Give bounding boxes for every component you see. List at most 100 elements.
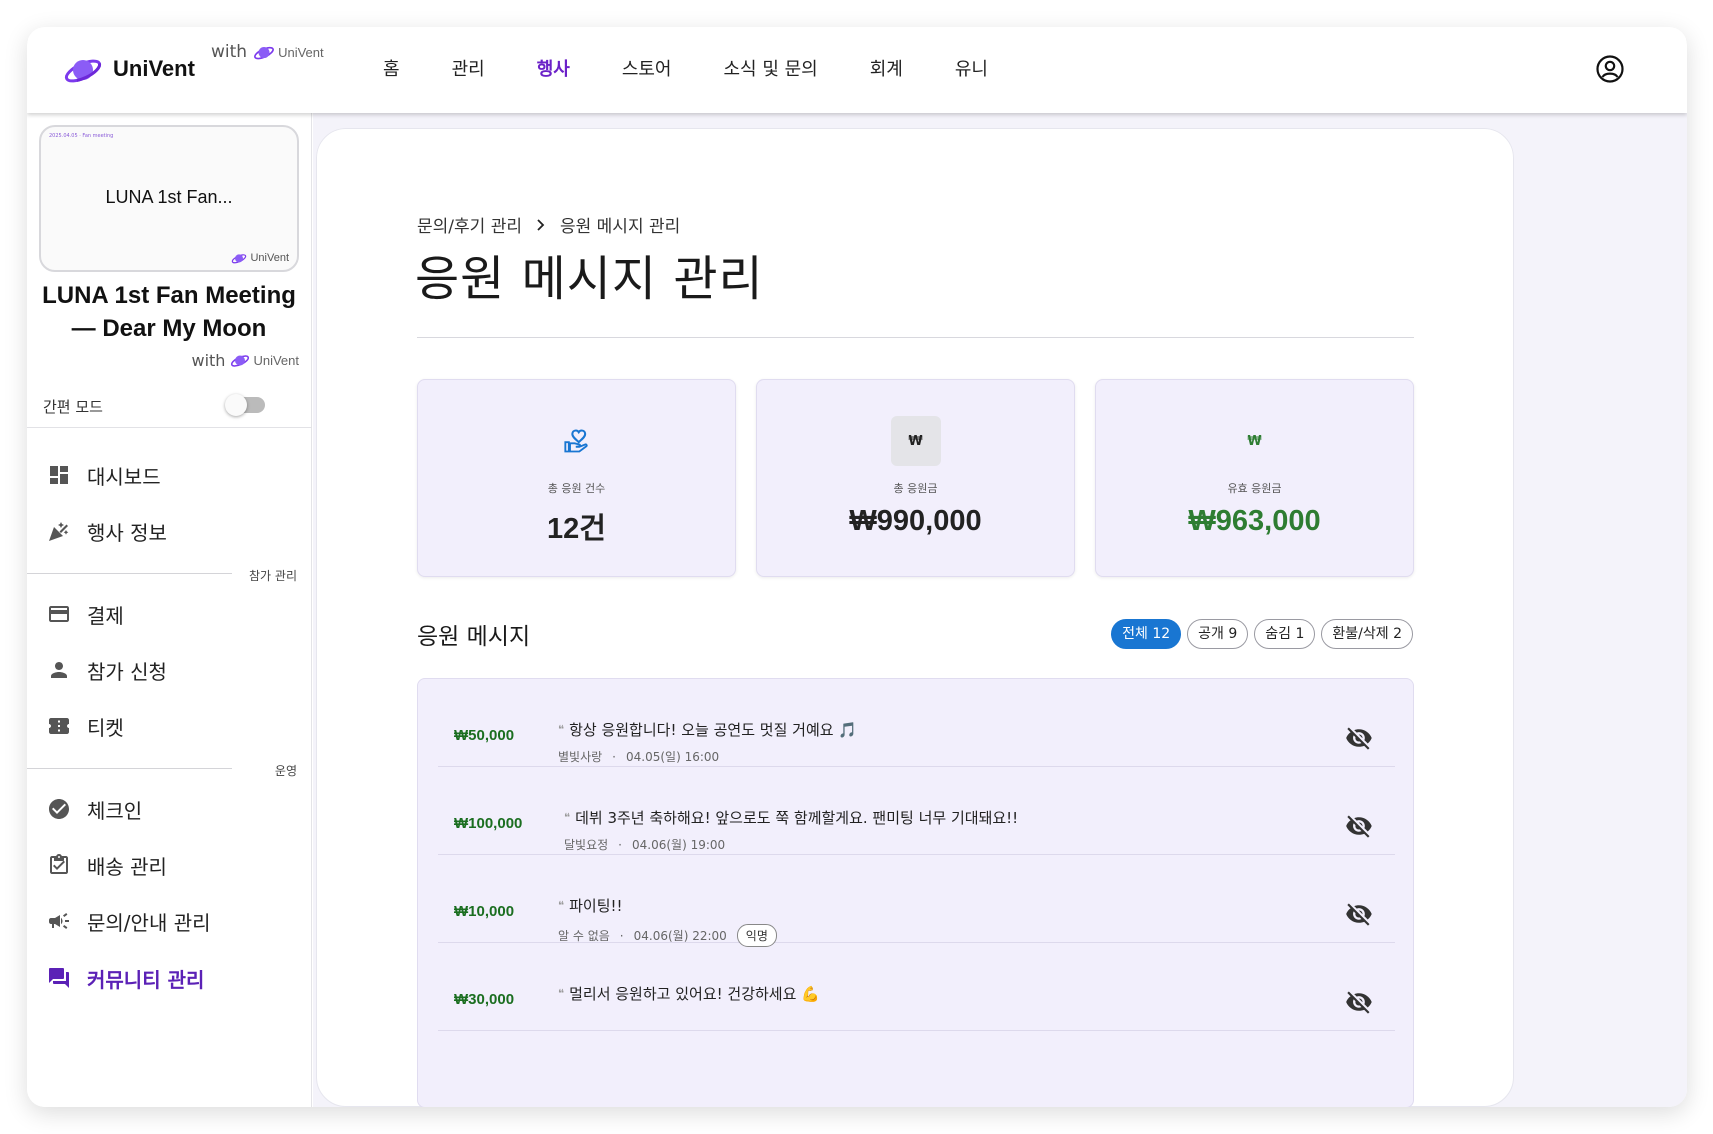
message-body: ❛❛ 파이팅!! 알 수 없음 · 04.06(월) 22:00 익명 [558, 895, 777, 947]
sidebar-item-label: 배송 관리 [87, 854, 167, 879]
message-text-line: ❛❛ 파이팅!! [558, 895, 777, 916]
sidebar-item-payment[interactable]: 결제 [47, 594, 124, 634]
message-text-line: ❛❛ 데뷔 3주년 축하해요! 앞으로도 쭉 함께할게요. 팬미팅 너무 기대돼… [564, 807, 1018, 828]
visibility-off-icon[interactable] [1345, 988, 1373, 1016]
celebration-icon [49, 522, 69, 541]
sidebar-item-label: 대시보드 [87, 464, 161, 489]
message-meta: 별빛사랑 · 04.05(일) 16:00 [558, 748, 857, 765]
stat-card-total-count: 총 응원 건수 12건 [417, 379, 736, 577]
filter-chip-all[interactable]: 전체 12 [1111, 619, 1182, 649]
stat-value: ₩963,000 [1188, 505, 1321, 537]
sidebar-item-label: 행사 정보 [87, 520, 167, 545]
sidebar-item-dashboard[interactable]: 대시보드 [47, 455, 161, 495]
easy-mode-label: 간편 모드 [43, 398, 103, 416]
ticket-icon [49, 718, 69, 734]
visibility-off-icon[interactable] [1345, 900, 1373, 928]
stat-icon-wrap: ₩ [890, 416, 941, 466]
message-author: 달빛요정 [564, 838, 609, 852]
message-amount: ₩10,000 [454, 903, 515, 920]
stat-card-valid-amount: ₩ 유효 응원금 ₩963,000 [1095, 379, 1414, 577]
breadcrumb: 문의/후기 관리 응원 메시지 관리 [417, 212, 680, 237]
planet-logo-icon [64, 59, 102, 83]
sidebar-item-event-info[interactable]: 행사 정보 [47, 511, 167, 551]
stat-icon-wrap: ₩ [1230, 416, 1280, 466]
main-nav: 홈 관리 행사 스토어 소식 및 문의 회계 유니 [383, 55, 1040, 81]
easy-mode-toggle[interactable] [225, 394, 265, 416]
nav-home[interactable]: 홈 [383, 55, 400, 81]
brand-logo[interactable]: UniVent [63, 49, 195, 89]
breadcrumb-parent[interactable]: 문의/후기 관리 [417, 212, 522, 237]
nav-event[interactable]: 행사 [537, 55, 570, 81]
nav-accounting[interactable]: 회계 [870, 55, 903, 81]
visibility-off-icon[interactable] [1345, 812, 1373, 840]
brand-with: with UniVent [211, 41, 324, 63]
sidebar-item-inquiry[interactable]: 문의/안내 관리 [47, 901, 211, 941]
event-thumbnail[interactable]: 2025.04.05 · Fan meeting LUNA 1st Fan...… [39, 125, 299, 272]
quote-icon: ❛❛ [558, 899, 564, 912]
thumbnail-brand-name: UniVent [250, 252, 289, 264]
section-title: 응원 메시지 [417, 624, 531, 650]
nav-store[interactable]: 스토어 [622, 55, 672, 81]
sidebar-item-delivery[interactable]: 배송 관리 [47, 845, 167, 885]
message-body: ❛❛ 항상 응원합니다! 오늘 공연도 멋질 거예요 🎵 별빛사랑 · 04.0… [558, 719, 857, 765]
visibility-off-icon[interactable] [1345, 724, 1373, 752]
with-brand-name: UniVent [278, 44, 324, 60]
chevron-right-icon [537, 218, 545, 231]
stat-icon-wrap [552, 416, 602, 466]
brand-name: UniVent [113, 56, 195, 81]
quote-icon: ❛❛ [558, 987, 564, 1000]
thumbnail-title: LUNA 1st Fan... [105, 187, 233, 207]
message-text: 파이팅!! [569, 897, 623, 915]
sidebar-item-label: 문의/안내 관리 [87, 910, 211, 935]
sidebar-item-checkin[interactable]: 체크인 [47, 789, 142, 829]
stat-value: ₩990,000 [849, 505, 982, 537]
sidebar-item-label: 참가 신청 [87, 659, 167, 684]
stat-value: 12건 [547, 513, 606, 545]
stat-label: 총 응원 건수 [547, 482, 606, 495]
account-circle-icon[interactable] [1595, 54, 1625, 84]
with-brand-name: UniVent [253, 352, 299, 368]
person-icon [51, 662, 67, 678]
toggle-knob [225, 394, 247, 416]
planet-logo-icon [231, 355, 250, 367]
sidebar-item-label: 체크인 [87, 798, 143, 823]
filter-chip-refund-deleted[interactable]: 환불/삭제 2 [1321, 619, 1413, 649]
message-amount: ₩50,000 [454, 727, 515, 744]
sidebar-item-label: 티켓 [87, 715, 124, 740]
sidebar-divider [27, 427, 312, 428]
sidebar-item-label: 커뮤니티 관리 [87, 967, 205, 992]
meta-separator: · [618, 837, 622, 852]
top-navigation-bar: UniVent with UniVent 홈 관리 행사 스토어 소식 및 문의… [27, 27, 1687, 113]
message-body: ❛❛ 데뷔 3주년 축하해요! 앞으로도 쭉 함께할게요. 팬미팅 너무 기대돼… [564, 807, 1018, 853]
stat-label: 총 응원금 [893, 482, 938, 495]
with-label: with [191, 350, 226, 370]
planet-logo-icon [232, 254, 247, 264]
nav-news-inquiry[interactable]: 소식 및 문의 [724, 55, 818, 81]
nav-manage[interactable]: 관리 [452, 55, 485, 81]
stat-label: 유효 응원금 [1227, 482, 1282, 495]
message-date: 04.06(월) 19:00 [632, 838, 726, 852]
filter-chip-hidden[interactable]: 숨김 1 [1254, 619, 1316, 649]
nav-uni[interactable]: 유니 [955, 55, 988, 81]
message-date: 04.06(월) 22:00 [633, 929, 727, 943]
stat-card-total-amount: ₩ 총 응원금 ₩990,000 [756, 379, 1075, 577]
message-text-line: ❛❛ 항상 응원합니다! 오늘 공연도 멋질 거예요 🎵 [558, 719, 857, 740]
section-divider [27, 768, 232, 769]
filter-chip-public[interactable]: 공개 9 [1187, 619, 1249, 649]
message-row: ₩30,000 ❛❛ 멀리서 응원하고 있어요! 건강하세요 💪 [438, 943, 1395, 1031]
volunteer-heart-icon [563, 429, 588, 453]
dashboard-icon [50, 466, 68, 484]
quote-icon: ❛❛ [558, 723, 564, 736]
sidebar-item-registration[interactable]: 참가 신청 [47, 650, 167, 690]
message-row: ₩100,000 ❛❛ 데뷔 3주년 축하해요! 앞으로도 쭉 함께할게요. 팬… [438, 767, 1395, 855]
sidebar-item-label: 결제 [87, 603, 124, 628]
sidebar-item-community[interactable]: 커뮤니티 관리 [47, 958, 204, 998]
sidebar-item-ticket[interactable]: 티켓 [47, 706, 124, 746]
event-title: LUNA 1st Fan Meeting — Dear My Moon [42, 282, 296, 342]
message-text: 데뷔 3주년 축하해요! 앞으로도 쭉 함께할게요. 팬미팅 너무 기대돼요!! [575, 809, 1019, 827]
message-list: ₩50,000 ❛❛ 항상 응원합니다! 오늘 공연도 멋질 거예요 🎵 별빛사… [417, 678, 1414, 1107]
message-meta: 달빛요정 · 04.06(월) 19:00 [564, 836, 1018, 853]
content-card: 문의/후기 관리 응원 메시지 관리 응원 메시지 관리 총 응원 건수 12건… [316, 128, 1514, 1107]
won-icon: ₩ [1247, 433, 1262, 449]
planet-logo-icon [254, 46, 275, 60]
